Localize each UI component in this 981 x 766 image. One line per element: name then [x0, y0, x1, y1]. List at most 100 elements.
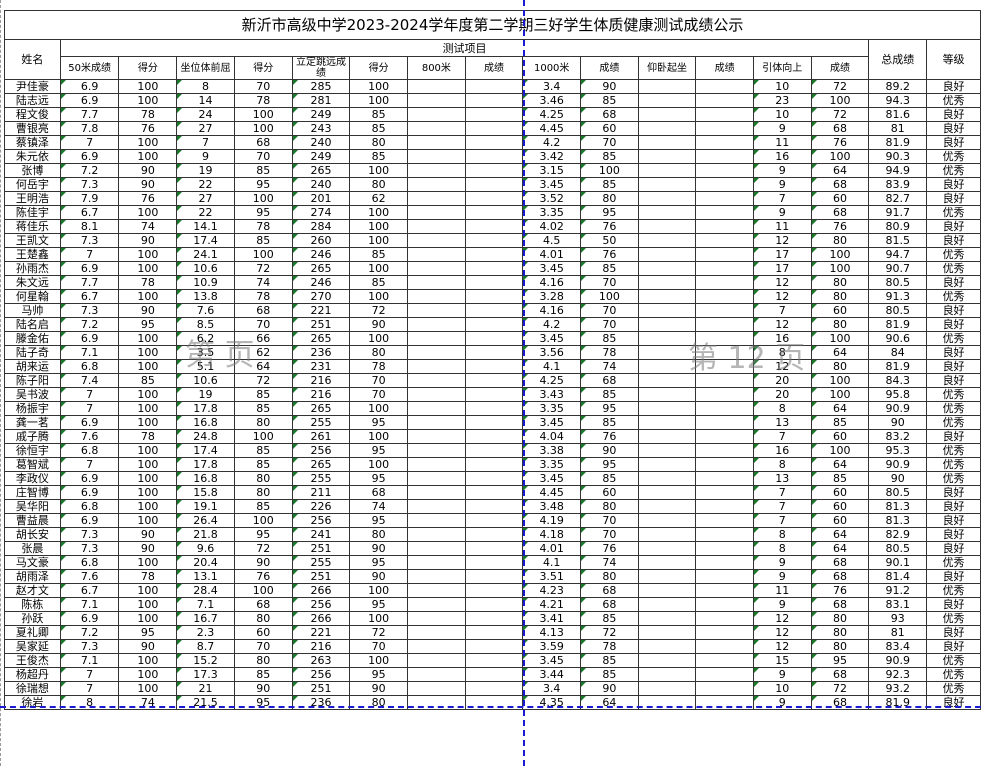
table-cell[interactable]: 6.2: [176, 331, 235, 346]
table-cell[interactable]: 4.1: [522, 359, 582, 374]
table-cell[interactable]: [407, 625, 466, 640]
table-cell[interactable]: [637, 527, 697, 542]
table-cell[interactable]: 90: [349, 681, 409, 696]
table-cell[interactable]: [637, 415, 697, 430]
table-cell[interactable]: 17.8: [176, 457, 235, 472]
table-cell[interactable]: 95.8: [868, 387, 928, 402]
table-cell[interactable]: 68: [233, 303, 293, 318]
table-cell[interactable]: 80: [349, 527, 409, 542]
table-cell[interactable]: 85: [580, 667, 639, 682]
student-name-cell[interactable]: 吴华阳: [4, 499, 61, 514]
student-name-cell[interactable]: 龚一茗: [4, 415, 61, 430]
table-cell[interactable]: 78: [349, 359, 409, 374]
table-cell[interactable]: 216: [291, 373, 351, 388]
table-cell[interactable]: 95: [118, 625, 178, 640]
table-cell[interactable]: 100: [118, 499, 178, 514]
table-cell[interactable]: 251: [291, 569, 351, 584]
table-cell[interactable]: [464, 331, 524, 346]
table-cell[interactable]: 3.5: [176, 345, 235, 360]
table-cell[interactable]: 19.1: [176, 499, 235, 514]
table-cell[interactable]: 16: [752, 331, 812, 346]
table-cell[interactable]: 28.4: [176, 583, 235, 598]
table-cell[interactable]: 24.8: [176, 429, 235, 444]
table-cell[interactable]: 80: [810, 275, 870, 290]
table-cell[interactable]: 64: [810, 457, 870, 472]
table-cell[interactable]: 7: [176, 135, 235, 150]
table-cell[interactable]: 76: [810, 135, 870, 150]
table-cell[interactable]: 16.8: [176, 471, 235, 486]
table-cell[interactable]: 100: [118, 653, 178, 668]
table-cell[interactable]: 4.21: [522, 597, 582, 612]
table-cell[interactable]: 6.9: [59, 485, 120, 500]
table-cell[interactable]: [464, 415, 524, 430]
table-cell[interactable]: 72: [233, 261, 293, 276]
student-name-cell[interactable]: 马帅: [4, 303, 61, 318]
table-cell[interactable]: 20: [752, 387, 812, 402]
table-cell[interactable]: 17: [752, 261, 812, 276]
table-cell[interactable]: 良好: [926, 541, 981, 556]
table-cell[interactable]: [695, 107, 754, 122]
table-cell[interactable]: [637, 219, 697, 234]
table-cell[interactable]: 100: [580, 163, 639, 178]
table-cell[interactable]: 95: [349, 667, 409, 682]
table-cell[interactable]: 265: [291, 401, 351, 416]
student-name-cell[interactable]: 庄智博: [4, 485, 61, 500]
table-cell[interactable]: 9: [752, 667, 812, 682]
table-cell[interactable]: 13.1: [176, 569, 235, 584]
student-name-cell[interactable]: 李政仪: [4, 471, 61, 486]
table-cell[interactable]: 4.2: [522, 317, 582, 332]
table-cell[interactable]: 7: [59, 387, 120, 402]
table-cell[interactable]: 7.6: [176, 303, 235, 318]
table-cell[interactable]: [637, 373, 697, 388]
table-cell[interactable]: [695, 331, 754, 346]
table-cell[interactable]: 80: [580, 191, 639, 206]
student-name-cell[interactable]: 陆志远: [4, 93, 61, 108]
table-cell[interactable]: [695, 373, 754, 388]
table-cell[interactable]: [407, 121, 466, 136]
table-cell[interactable]: 95: [580, 401, 639, 416]
table-cell[interactable]: 良好: [926, 219, 981, 234]
table-cell[interactable]: 93.2: [868, 681, 928, 696]
table-cell[interactable]: [637, 247, 697, 262]
table-cell[interactable]: [464, 387, 524, 402]
table-cell[interactable]: 6.9: [59, 471, 120, 486]
table-cell[interactable]: 82.7: [868, 191, 928, 206]
table-cell[interactable]: 7: [59, 247, 120, 262]
table-cell[interactable]: [407, 485, 466, 500]
table-cell[interactable]: 5.1: [176, 359, 235, 374]
table-cell[interactable]: [407, 275, 466, 290]
table-cell[interactable]: 7.2: [59, 317, 120, 332]
table-cell[interactable]: 17.3: [176, 667, 235, 682]
table-cell[interactable]: [464, 429, 524, 444]
table-cell[interactable]: 265: [291, 457, 351, 472]
table-cell[interactable]: 优秀: [926, 387, 981, 402]
table-cell[interactable]: [407, 541, 466, 556]
table-cell[interactable]: [407, 191, 466, 206]
table-cell[interactable]: 7.6: [59, 429, 120, 444]
table-cell[interactable]: 7.7: [59, 275, 120, 290]
table-cell[interactable]: 7.1: [59, 653, 120, 668]
table-cell[interactable]: [407, 93, 466, 108]
table-cell[interactable]: 7: [752, 429, 812, 444]
table-cell[interactable]: 80: [580, 569, 639, 584]
table-cell[interactable]: [695, 653, 754, 668]
table-cell[interactable]: 4.13: [522, 625, 582, 640]
table-cell[interactable]: [637, 93, 697, 108]
table-cell[interactable]: [695, 93, 754, 108]
table-cell[interactable]: [695, 233, 754, 248]
table-cell[interactable]: 7.1: [176, 597, 235, 612]
table-cell[interactable]: 251: [291, 317, 351, 332]
table-cell[interactable]: 27: [176, 121, 235, 136]
table-cell[interactable]: 4.25: [522, 373, 582, 388]
table-cell[interactable]: 7.3: [59, 177, 120, 192]
table-cell[interactable]: 74: [580, 555, 639, 570]
table-cell[interactable]: 84: [868, 345, 928, 360]
student-name-cell[interactable]: 陆子奇: [4, 345, 61, 360]
table-cell[interactable]: 81.4: [868, 569, 928, 584]
table-cell[interactable]: 3.4: [522, 79, 582, 94]
table-cell[interactable]: 19: [176, 387, 235, 402]
table-cell[interactable]: 100: [349, 93, 409, 108]
table-cell[interactable]: [407, 513, 466, 528]
table-cell[interactable]: 6.9: [59, 93, 120, 108]
table-cell[interactable]: 70: [580, 317, 639, 332]
